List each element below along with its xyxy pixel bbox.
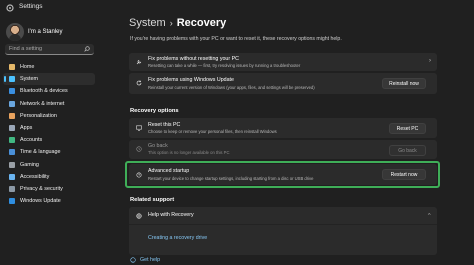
- reset-pc-title: Reset this PC: [148, 122, 181, 128]
- main-content: System › Recovery If you're having problem…: [122, 16, 474, 265]
- help-with-recovery-card[interactable]: Help with Recovery › Creating a recovery…: [129, 207, 437, 255]
- sidebar-item-network-internet[interactable]: Network & internet: [3, 98, 95, 110]
- create-recovery-drive-link[interactable]: Creating a recovery drive: [148, 235, 207, 241]
- sidebar-item-label: System: [20, 76, 38, 83]
- avatar[interactable]: [6, 23, 24, 41]
- windows-update-icon: [9, 198, 15, 205]
- reset-pc-button[interactable]: Reset PC: [389, 123, 426, 134]
- sidebar-item-label: Accounts: [20, 137, 43, 144]
- recovery-options-heading: Recovery options: [130, 108, 179, 114]
- accounts-icon: [9, 137, 15, 144]
- page-title: Recovery: [176, 17, 227, 29]
- breadcrumb: System › Recovery: [129, 17, 226, 29]
- get-help-icon: [130, 257, 136, 263]
- window-title: Settings: [19, 3, 43, 10]
- sidebar-nav: Home System Bluetooth & devices Network & i…: [3, 61, 95, 207]
- bluetooth-icon: [9, 88, 15, 95]
- user-name: I'm a Stanley: [28, 29, 63, 35]
- shield-icon: [9, 185, 15, 192]
- fix-without-reset-title: Fix problems without resetting your PC: [148, 56, 239, 62]
- system-icon: [9, 76, 15, 83]
- brush-icon: [9, 112, 15, 119]
- fix-windows-update-desc: Reinstall your current version of Window…: [148, 85, 315, 90]
- sidebar-item-label: Bluetooth & devices: [20, 88, 68, 95]
- sidebar-item-apps[interactable]: Apps: [3, 122, 95, 134]
- go-back-button: Go back: [389, 145, 426, 156]
- sidebar-item-label: Time & language: [20, 149, 61, 156]
- sidebar-item-gaming[interactable]: Gaming: [3, 159, 95, 171]
- sidebar-item-time-language[interactable]: Time & language: [3, 146, 95, 158]
- search-input[interactable]: Find a setting: [5, 44, 94, 55]
- network-icon: [9, 100, 15, 107]
- related-support-heading: Related support: [130, 197, 175, 203]
- home-icon: [9, 64, 15, 71]
- fix-without-reset-card[interactable]: Fix problems without resetting your PC R…: [129, 53, 437, 71]
- reset-pc-card: Reset this PC Choose to keep or remove y…: [129, 118, 437, 138]
- chevron-right-icon: ›: [429, 58, 431, 64]
- fix-windows-update-card: Fix problems using Windows Update Reinst…: [129, 73, 437, 94]
- globe-clock-icon: [9, 149, 15, 156]
- globe-icon: [136, 213, 142, 219]
- sidebar-item-label: Gaming: [20, 161, 39, 168]
- sidebar-item-home[interactable]: Home: [3, 61, 95, 73]
- sidebar-item-accounts[interactable]: Accounts: [3, 134, 95, 146]
- sidebar-item-accessibility[interactable]: Accessibility: [3, 171, 95, 183]
- reset-pc-desc: Choose to keep or remove your personal f…: [148, 129, 277, 134]
- sidebar-item-personalization[interactable]: Personalization: [3, 110, 95, 122]
- fix-windows-update-title: Fix problems using Windows Update: [148, 77, 234, 83]
- go-back-title: Go back: [148, 143, 168, 149]
- accessibility-icon: [9, 173, 15, 180]
- back-arrow-icon[interactable]: [0, 2, 5, 14]
- divider: [129, 224, 437, 225]
- search-placeholder: Find a setting: [9, 46, 43, 52]
- highlight-box: [125, 161, 440, 188]
- sidebar-item-label: Home: [20, 64, 35, 71]
- apps-icon: [9, 125, 15, 132]
- intro-text: If you're having problems with your PC o…: [130, 36, 342, 42]
- breadcrumb-separator: ›: [169, 18, 173, 28]
- sidebar-item-label: Accessibility: [20, 173, 50, 180]
- sidebar-item-bluetooth-devices[interactable]: Bluetooth & devices: [3, 85, 95, 97]
- windows-update-icon: [136, 80, 142, 86]
- history-icon: [136, 146, 142, 152]
- sidebar-item-windows-update[interactable]: Windows Update: [3, 195, 95, 207]
- wrench-icon: [136, 59, 142, 65]
- sidebar-item-label: Network & internet: [20, 100, 65, 107]
- sidebar-item-label: Apps: [20, 125, 33, 132]
- help-with-recovery-title: Help with Recovery: [148, 212, 194, 218]
- sidebar-item-label: Personalization: [20, 112, 57, 119]
- reset-pc-icon: [136, 125, 142, 131]
- get-help-link[interactable]: Get help: [140, 257, 160, 263]
- sidebar-item-label: Windows Update: [20, 198, 61, 205]
- settings-gear-icon: [6, 4, 14, 12]
- go-back-card: Go back This option is no longer availab…: [129, 140, 437, 159]
- fix-without-reset-desc: Resetting can take a while — first, try …: [148, 63, 301, 68]
- sidebar: I'm a Stanley Find a setting Home System B…: [0, 16, 98, 265]
- sidebar-item-system[interactable]: System: [3, 73, 95, 86]
- title-bar: Settings: [0, 0, 474, 16]
- breadcrumb-system[interactable]: System: [129, 17, 166, 29]
- sidebar-item-label: Privacy & security: [20, 185, 63, 192]
- search-icon[interactable]: [84, 46, 90, 52]
- chevron-up-icon[interactable]: ›: [427, 213, 433, 215]
- reinstall-now-button[interactable]: Reinstall now: [382, 78, 426, 89]
- go-back-desc: This option is no longer available on th…: [148, 150, 230, 155]
- gaming-icon: [9, 161, 15, 168]
- sidebar-item-privacy-security[interactable]: Privacy & security: [3, 183, 95, 195]
